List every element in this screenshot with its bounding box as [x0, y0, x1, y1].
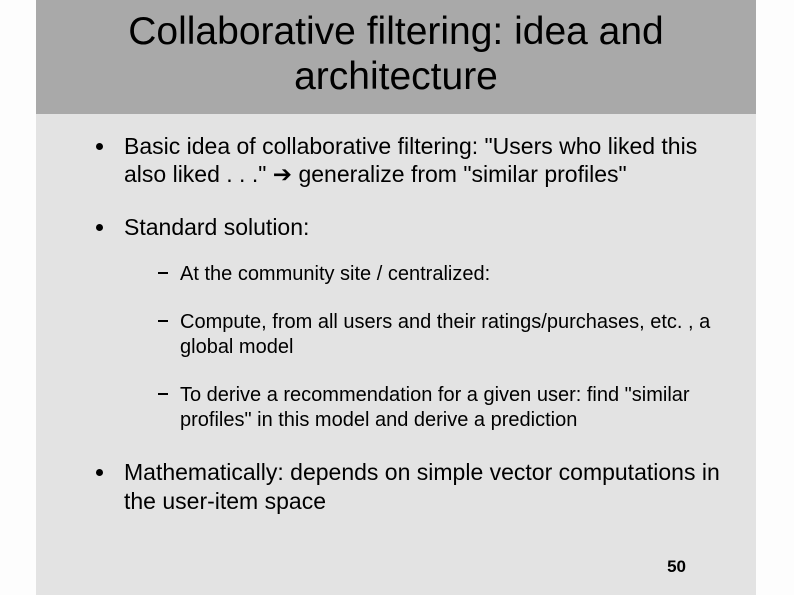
slide: Collaborative filtering: idea and archit… [36, 0, 756, 595]
bullet-item: Standard solution: At the community site… [96, 213, 722, 434]
bullet-item: Basic idea of collaborative filtering: "… [96, 132, 722, 190]
title-box: Collaborative filtering: idea and archit… [36, 0, 756, 114]
slide-title: Collaborative filtering: idea and archit… [56, 10, 736, 100]
sub-bullet-item: At the community site / centralized: [158, 262, 722, 288]
sub-bullet-item: To derive a recommendation for a given u… [158, 383, 722, 434]
sub-bullet-list: At the community site / centralized: Com… [124, 262, 722, 434]
bullet-text: Standard solution: [124, 214, 309, 240]
bullet-list: Basic idea of collaborative filtering: "… [96, 132, 722, 516]
bullet-item: Mathematically: depends on simple vector… [96, 458, 722, 516]
page-number: 50 [667, 557, 686, 577]
sub-bullet-item: Compute, from all users and their rating… [158, 310, 722, 361]
slide-content: Basic idea of collaborative filtering: "… [36, 114, 756, 516]
